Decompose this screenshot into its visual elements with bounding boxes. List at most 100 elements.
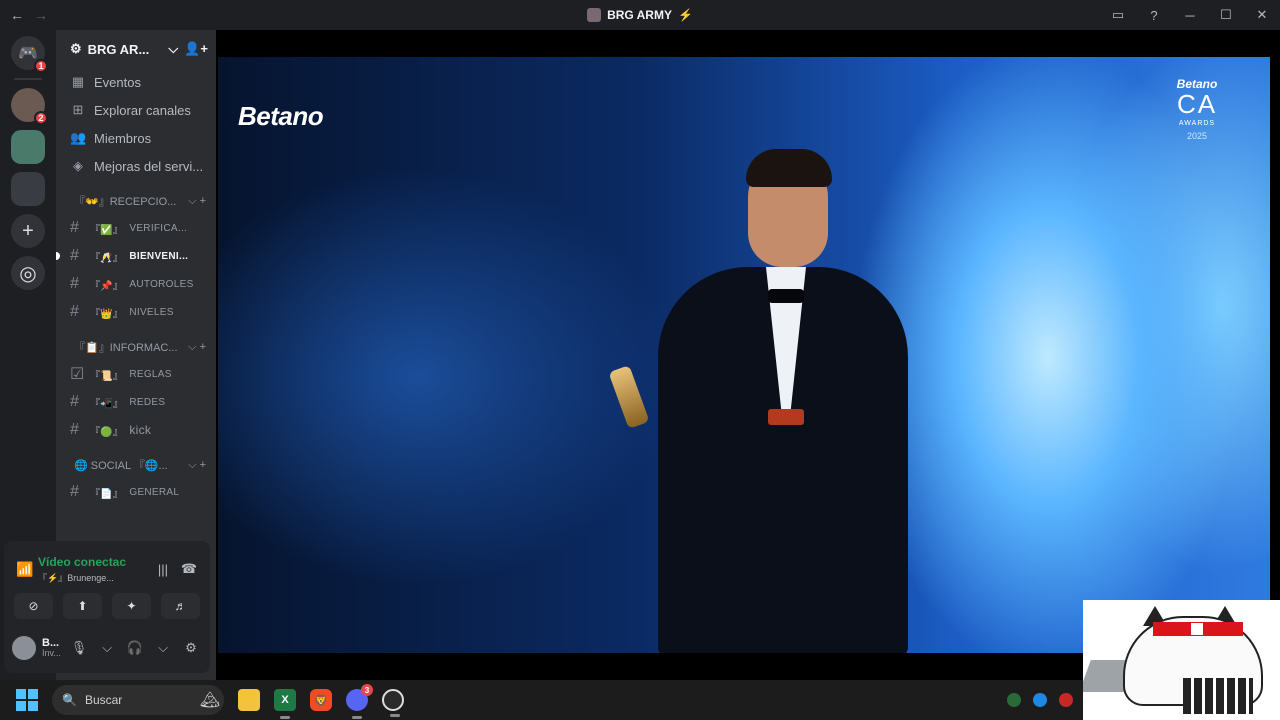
avatar[interactable]	[12, 636, 36, 660]
camera-off-icon: ⊘	[28, 599, 39, 613]
nav-events[interactable]: ▦ Eventos	[56, 68, 216, 96]
channel-label: NIVELES	[129, 306, 174, 318]
hair-shape	[746, 149, 832, 187]
window-title-text: BRG ARMY	[607, 8, 672, 22]
explore-servers-button[interactable]: ◎	[11, 256, 45, 290]
nav-label: Miembros	[94, 130, 152, 146]
channel-verificacion[interactable]: # 『✅』 VERIFICA...	[56, 214, 216, 242]
channel-label: AUTOROLES	[129, 278, 194, 290]
chevron-down-icon[interactable]: ⌵	[96, 640, 118, 656]
category-controls[interactable]: ⌵ +	[188, 341, 206, 354]
inbox-icon[interactable]: ▭	[1100, 7, 1136, 23]
server-logo-icon: ⚙	[70, 41, 82, 56]
category-reception[interactable]: 『👐』RECEPCIO... ⌵ +	[56, 188, 216, 214]
server-icon-2[interactable]	[11, 130, 45, 164]
settings-gear-icon[interactable]: ⚙	[180, 640, 202, 656]
channel-label: VERIFICA...	[129, 222, 188, 234]
flag-icon	[1191, 623, 1203, 635]
camera-toggle-button[interactable]: ⊘	[14, 593, 53, 619]
category-controls[interactable]: ⌵ +	[188, 195, 206, 208]
help-icon[interactable]: ?	[1136, 8, 1172, 23]
category-social[interactable]: 🌐 SOCIAL 『🌐... ⌵ +	[56, 452, 216, 478]
window-titlebar: ← → BRG ARMY ⚡ ▭ ? ─ ☐ ✕	[0, 0, 1280, 30]
search-placeholder: Buscar	[84, 693, 123, 707]
channel-reglas[interactable]: ☑ 『📜』 REGLAS	[56, 360, 216, 388]
keyboard-shape	[1183, 678, 1253, 714]
maximize-icon[interactable]: ☐	[1208, 7, 1244, 23]
voice-status-row: 📶 Vídeo conectac 『⚡』Brunenge... ||| ☎	[4, 541, 210, 589]
disconnect-icon[interactable]: ☎	[176, 561, 202, 577]
pinned-apps: X 🦁 3	[238, 684, 404, 719]
nav-browse-channels[interactable]: ⊞ Explorar canales	[56, 96, 216, 124]
security-shield-icon[interactable]	[1033, 693, 1047, 707]
channel-general[interactable]: # 『📄』 GENERAL	[56, 478, 216, 506]
trophy-shape	[608, 365, 650, 429]
tray-record-icon[interactable]	[1059, 693, 1073, 707]
discord-app-icon[interactable]: 3	[346, 684, 373, 719]
channel-emoji: 『✅』	[90, 224, 124, 236]
minimize-icon[interactable]: ─	[1172, 8, 1208, 23]
headset-icon[interactable]: 🎧	[124, 640, 146, 656]
bongo-cat-overlay	[1083, 600, 1280, 720]
history-nav: ← →	[0, 7, 48, 23]
soundboard-button[interactable]: ♬	[161, 593, 200, 619]
category-controls[interactable]: ⌵ +	[188, 459, 206, 472]
stream-viewer[interactable]: Betano Betano CA AWARDS 2025	[216, 30, 1280, 680]
search-highlight-icon: 🏔	[199, 692, 220, 709]
nav-server-boosts[interactable]: ◈ Mejoras del servi...	[56, 152, 216, 180]
sponsor-logo: Betano	[238, 101, 324, 131]
dm-badge: 1	[34, 59, 48, 73]
signal-icon[interactable]: 📶	[16, 561, 38, 578]
server-folder[interactable]	[11, 172, 45, 206]
screen-share-button[interactable]: ⬆	[63, 593, 102, 619]
channel-niveles[interactable]: # 『👑』 NIVELES	[56, 298, 216, 326]
phone-shape	[768, 409, 804, 425]
server-icon-1[interactable]: 2	[11, 88, 48, 125]
channel-bienvenida[interactable]: # 『🥂』 BIENVENI...	[56, 242, 216, 270]
excel-icon[interactable]: X	[274, 689, 296, 719]
channel-autoroles[interactable]: # 『📌』 AUTOROLES	[56, 270, 216, 298]
plus-icon: +	[22, 219, 34, 242]
voice-channel-name[interactable]: 『⚡』Brunenge...	[38, 571, 150, 584]
chevron-down-icon[interactable]: ⌵	[168, 41, 178, 57]
channel-redes[interactable]: # 『📲』 REDES	[56, 388, 216, 416]
server-header[interactable]: ⚙ BRG AR... ⌵ 👤+	[56, 30, 216, 68]
channel-emoji: 『📲』	[90, 398, 124, 410]
back-arrow-icon[interactable]: ←	[10, 7, 24, 23]
obs-icon[interactable]	[382, 689, 404, 717]
microphone-icon[interactable]: 🎙	[68, 640, 90, 656]
hash-icon: #	[70, 421, 80, 438]
invite-people-icon[interactable]: 👤+	[184, 41, 208, 57]
channel-emoji: 『📌』	[90, 280, 124, 292]
brave-browser-icon[interactable]: 🦁	[310, 689, 332, 711]
file-explorer-icon[interactable]	[238, 689, 260, 711]
noise-suppression-icon[interactable]: |||	[150, 562, 176, 577]
tray-app-icon[interactable]	[1007, 693, 1021, 707]
direct-messages-button[interactable]: 🎮 1	[11, 36, 48, 73]
server-badge: 2	[34, 111, 48, 125]
server-name: BRG AR...	[87, 41, 150, 57]
voice-status-text[interactable]: Vídeo conectac	[38, 555, 150, 569]
search-icon: 🔍	[62, 693, 77, 707]
channel-label: REDES	[129, 396, 166, 408]
user-info[interactable]: B... Inv...	[42, 637, 62, 659]
stream-video-frame[interactable]: Betano Betano CA AWARDS 2025	[218, 57, 1270, 653]
channel-label: kick	[129, 423, 152, 437]
forward-arrow-icon[interactable]: →	[34, 7, 48, 23]
voice-info: Vídeo conectac 『⚡』Brunenge...	[38, 555, 150, 584]
window-title: BRG ARMY ⚡	[0, 8, 1280, 22]
close-icon[interactable]: ✕	[1244, 7, 1280, 23]
activities-button[interactable]: ✦	[112, 593, 151, 619]
hash-icon: #	[70, 303, 80, 320]
windows-start-icon[interactable]	[16, 689, 38, 711]
award-year: 2025	[1186, 131, 1208, 141]
nav-members[interactable]: 👥 Miembros	[56, 124, 216, 152]
category-informacion[interactable]: 『📋』INFORMAC... ⌵ +	[56, 334, 216, 360]
add-server-button[interactable]: +	[11, 214, 45, 248]
channel-label: REGLAS	[129, 368, 172, 380]
channel-kick[interactable]: # 『🟢』 kick	[56, 416, 216, 444]
chevron-down-icon[interactable]: ⌵	[152, 640, 174, 656]
taskbar-search[interactable]: 🔍 Buscar 🏔	[52, 685, 224, 715]
voice-connection-panel: 📶 Vídeo conectac 『⚡』Brunenge... ||| ☎ ⊘ …	[4, 541, 210, 673]
rules-icon: ☑	[70, 366, 85, 383]
